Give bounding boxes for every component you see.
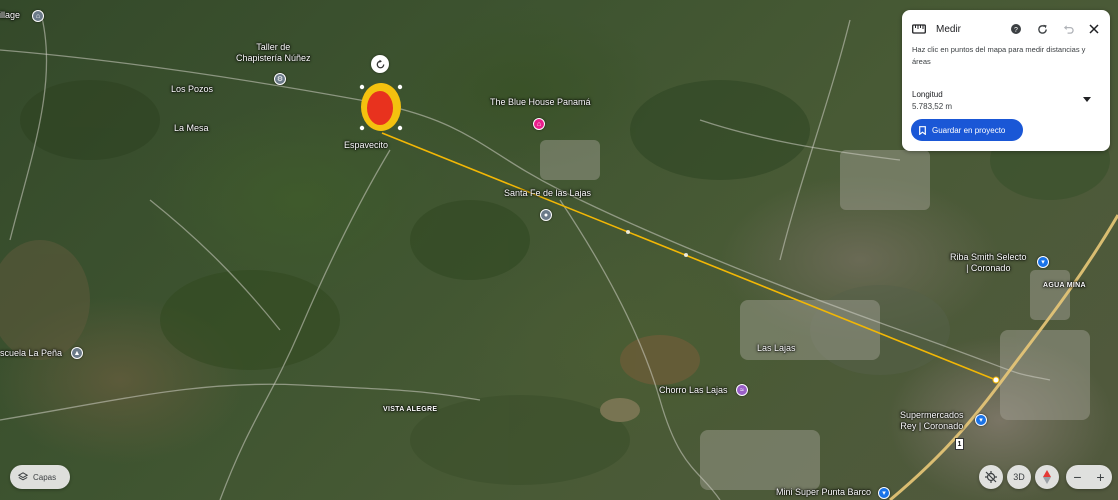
poi-workshop-icon[interactable]: ⚙ [274, 73, 286, 85]
length-value: 5.783,52 m [912, 102, 953, 111]
poi-lodging-icon[interactable]: ⌂ [533, 118, 545, 130]
help-icon[interactable]: ? [1008, 21, 1024, 37]
poi-supermarket-icon[interactable]: ▾ [975, 414, 987, 426]
poi-landmark-icon[interactable]: ● [540, 209, 552, 221]
svg-text:?: ? [1014, 27, 1018, 34]
chevron-down-icon [1083, 96, 1091, 102]
place-label-escuela: scuela La Peña [0, 348, 63, 358]
measure-start-marker[interactable] [359, 83, 403, 131]
compass-button[interactable] [1035, 465, 1059, 489]
compass-icon [1043, 470, 1051, 484]
location-off-button[interactable] [979, 465, 1003, 489]
poi-minisuper-icon[interactable]: ▾ [878, 487, 890, 499]
place-label: illage [0, 10, 21, 20]
place-label-supermercados-rey: Supermercados Rey | Coronado [900, 410, 964, 431]
measure-panel: Medir ? Haz clic en puntos del mapa para… [902, 10, 1110, 151]
place-label-riba-smith: Riba Smith Selecto | Coronado [950, 252, 1027, 273]
place-label-blue-house: The Blue House Panamá [490, 97, 591, 107]
save-to-project-label: Guardar en proyecto [932, 125, 1006, 135]
zoom-controls: − + [1066, 465, 1112, 489]
layers-label: Capas [33, 472, 57, 482]
ruler-icon [912, 24, 926, 34]
layers-button[interactable]: Capas [10, 465, 70, 489]
poi-shopping-icon[interactable]: ▾ [1037, 256, 1049, 268]
view-3d-label: 3D [1013, 472, 1025, 482]
zoom-in-button[interactable]: + [1089, 465, 1112, 489]
rotate-icon [376, 59, 384, 68]
place-label-los-pozos: Los Pozos [171, 84, 214, 94]
place-label-santa-fe: Santa Fe de las Lajas [504, 188, 592, 198]
poi-school-icon[interactable]: ▲ [71, 347, 83, 359]
place-label-vista-alegre: VISTA ALEGRE [383, 406, 438, 413]
road-shield: 1 [955, 438, 964, 450]
place-label-agua-mina: AGUA MINA [1043, 282, 1086, 289]
zoom-out-button[interactable]: − [1066, 465, 1089, 489]
measure-end-point[interactable] [992, 376, 1000, 384]
location-off-icon [985, 471, 997, 483]
rotate-handle[interactable] [371, 55, 389, 73]
satellite-map[interactable]: illage ⌂ Taller de Chapistería Núñez ⚙ L… [0, 0, 1118, 500]
bookmark-icon [919, 125, 926, 135]
measure-panel-header: Medir ? [912, 20, 1102, 38]
units-dropdown[interactable] [1080, 92, 1094, 106]
place-label-espavecito: Espavecito [344, 140, 389, 150]
refresh-icon[interactable] [1034, 21, 1050, 37]
place-label-chorro: Chorro Las Lajas [659, 385, 728, 395]
undo-icon[interactable] [1060, 21, 1076, 37]
view-3d-button[interactable]: 3D [1007, 465, 1031, 489]
place-label-las-lajas: Las Lajas [757, 343, 796, 353]
save-to-project-button[interactable]: Guardar en proyecto [911, 119, 1023, 141]
close-icon[interactable] [1086, 21, 1102, 37]
place-label-la-mesa: La Mesa [174, 123, 209, 133]
poi-waterfall-icon[interactable]: ≈ [736, 384, 748, 396]
layers-icon [18, 472, 28, 481]
measure-instructions: Haz clic en puntos del mapa para medir d… [912, 45, 1086, 66]
length-label: Longitud [912, 90, 943, 99]
place-label-mini-super: Mini Super Punta Barco [776, 487, 872, 497]
poi-village-icon[interactable]: ⌂ [32, 10, 44, 22]
measure-panel-title: Medir [936, 23, 962, 35]
place-label-taller: Taller de Chapistería Núñez [236, 42, 311, 63]
